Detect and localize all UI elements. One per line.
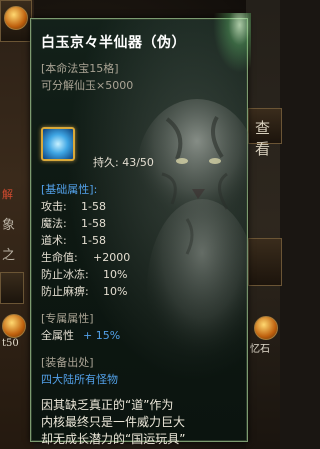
item-tooltip: 白玉京々半仙器（伪） [本命法宝15格] 可分解仙玉×5000 持久: 43/5… — [30, 13, 251, 446]
stat-value: +2000 — [93, 251, 131, 264]
stat-value: 1-58 — [81, 234, 106, 247]
left-text-2: 象 — [2, 218, 16, 233]
exclusive-row: 全属性 + 15% — [41, 327, 120, 343]
description-line: 内核最终只是一件威力巨大 — [41, 415, 186, 429]
view-button[interactable]: 查看 — [248, 108, 282, 158]
item-description: 因其缺乏真正的“道”作为 内核最终只是一件威力巨大 却无成长潜力的“国运玩具” — [41, 397, 241, 448]
orb-icon[interactable] — [4, 6, 28, 30]
durability-text: 持久: 43/50 — [93, 156, 154, 169]
item-subtitle-decompose: 可分解仙玉×5000 — [41, 79, 134, 92]
base-stats-header: [基础属性]: — [41, 183, 98, 196]
skill-orb-icon[interactable] — [254, 316, 278, 340]
left-text-1: 解 — [2, 188, 13, 201]
stat-row: 生命值: +2000 — [41, 249, 130, 265]
stat-row: 道术: 1-58 — [41, 232, 106, 248]
stat-value: 10% — [103, 285, 128, 298]
stat-label: 生命值: — [41, 251, 78, 264]
left-bottom-label: t50 — [2, 338, 19, 349]
right-bottom-label: 忆石 — [250, 344, 270, 355]
item-title: 白玉京々半仙器（伪） — [41, 35, 186, 51]
left-slot[interactable] — [0, 272, 24, 304]
right-slot-1[interactable] — [248, 238, 282, 286]
stat-row: 防止冰冻: 10% — [41, 266, 127, 282]
view-button-label: 查看 — [255, 119, 271, 158]
tiger-illustration — [137, 99, 249, 379]
fire-icon[interactable] — [2, 314, 26, 338]
source-value: 四大陆所有怪物 — [41, 373, 118, 386]
blue-crystal-orb-icon[interactable] — [41, 127, 75, 161]
stat-label: 防止麻痹: — [41, 285, 89, 298]
stat-label: 防止冰冻: — [41, 268, 89, 281]
corner-glow — [213, 13, 251, 73]
stat-row: 防止麻痹: 10% — [41, 283, 127, 299]
stat-label: 道术: — [41, 234, 67, 247]
stat-label: 魔法: — [41, 217, 67, 230]
stat-value: 1-58 — [81, 200, 106, 213]
right-ui-strip — [246, 0, 280, 449]
description-line: 因其缺乏真正的“道”作为 — [41, 398, 174, 412]
description-line: 却无成长潜力的“国运玩具” — [41, 432, 186, 446]
item-subtitle-slot: [本命法宝15格] — [41, 62, 119, 75]
exclusive-label: 全属性 — [41, 329, 74, 342]
stat-value: 1-58 — [81, 217, 106, 230]
stat-row: 攻击: 1-58 — [41, 198, 106, 214]
left-text-3: 之 — [2, 248, 16, 263]
stat-label: 攻击: — [41, 200, 67, 213]
source-header: [装备出处] — [41, 356, 94, 369]
exclusive-header: [专属属性] — [41, 312, 94, 325]
stat-row: 魔法: 1-58 — [41, 215, 106, 231]
exclusive-value: + 15% — [83, 329, 121, 342]
stat-value: 10% — [103, 268, 128, 281]
